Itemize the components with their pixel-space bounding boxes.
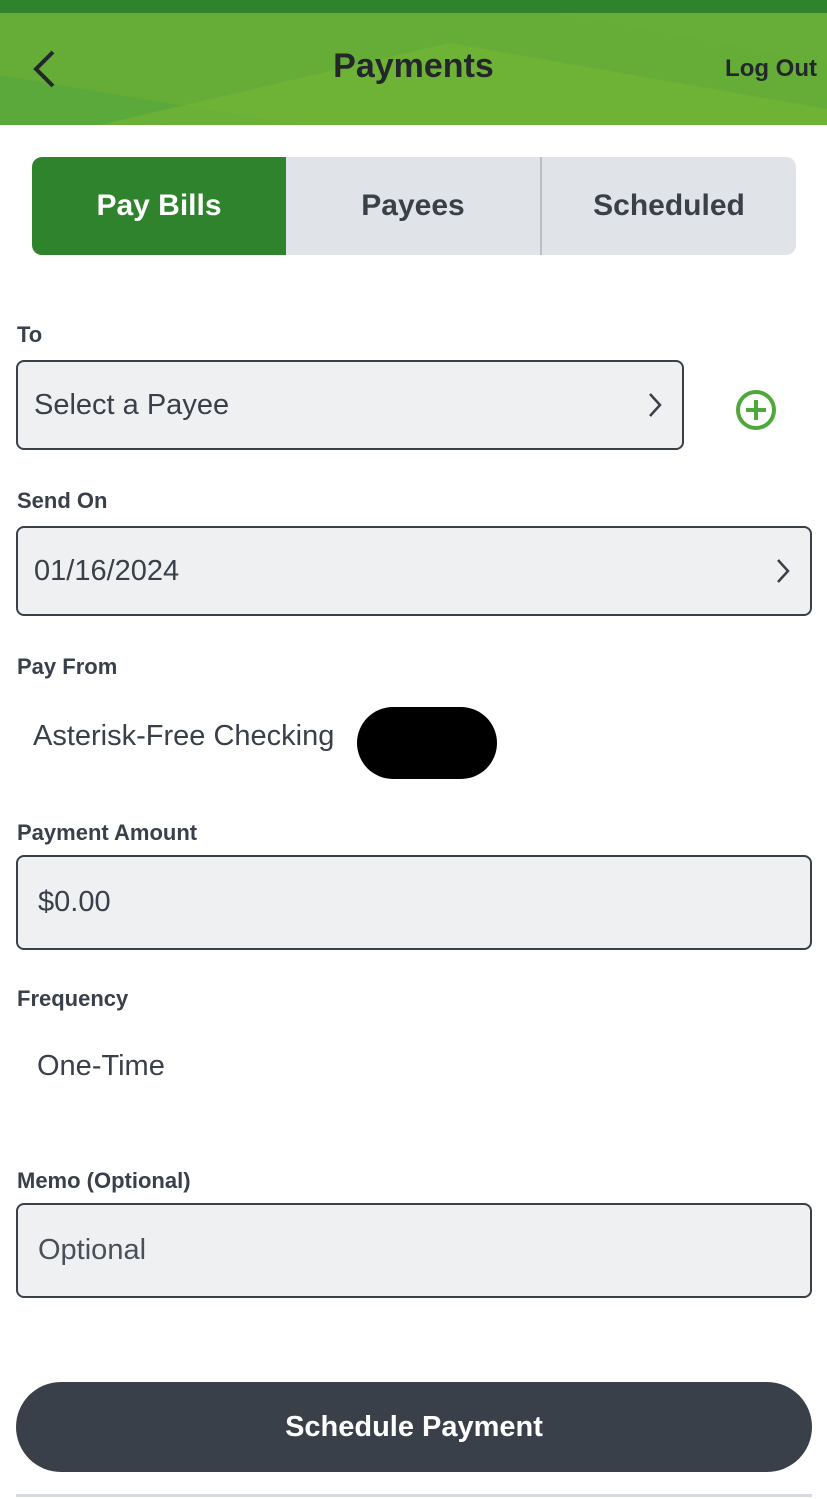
schedule-payment-button[interactable]: Schedule Payment: [16, 1382, 812, 1472]
send-on-date-field[interactable]: 01/16/2024: [16, 526, 812, 616]
frequency-label: Frequency: [17, 986, 129, 1011]
memo-label: Memo (Optional): [17, 1168, 191, 1193]
pay-from-label: Pay From: [17, 654, 118, 679]
payment-amount-label: Payment Amount: [17, 820, 198, 845]
to-label: To: [17, 322, 43, 347]
frequency-value[interactable]: One-Time: [37, 1050, 165, 1083]
status-strip: [0, 0, 827, 13]
page-title: Payments: [333, 47, 494, 85]
plus-circle-icon: [736, 390, 776, 430]
payment-amount-input[interactable]: $0.00: [16, 855, 812, 950]
pay-from-account[interactable]: Asterisk-Free Checking: [33, 720, 334, 753]
payments-tabs: Pay Bills Payees Scheduled: [32, 157, 796, 255]
payee-select[interactable]: Select a Payee: [16, 360, 684, 450]
tab-scheduled[interactable]: Scheduled: [540, 157, 796, 255]
chevron-right-icon: [649, 393, 662, 417]
chevron-right-icon: [777, 559, 790, 583]
bottom-divider: [16, 1494, 812, 1497]
payment-amount-value: $0.00: [38, 886, 111, 918]
chevron-left-icon: [33, 50, 55, 88]
tab-payees[interactable]: Payees: [286, 157, 540, 255]
app-header: Payments Log Out: [0, 13, 827, 125]
payee-select-placeholder: Select a Payee: [34, 388, 230, 421]
tab-pay-bills[interactable]: Pay Bills: [32, 157, 286, 255]
back-button[interactable]: [28, 48, 64, 90]
memo-placeholder: Optional: [38, 1234, 147, 1266]
redacted-account-number: [357, 707, 497, 779]
memo-input[interactable]: Optional: [16, 1203, 812, 1298]
send-on-label: Send On: [17, 488, 108, 513]
send-on-date-value: 01/16/2024: [34, 554, 180, 587]
logout-button[interactable]: Log Out: [725, 55, 817, 83]
add-payee-button[interactable]: [735, 389, 777, 431]
